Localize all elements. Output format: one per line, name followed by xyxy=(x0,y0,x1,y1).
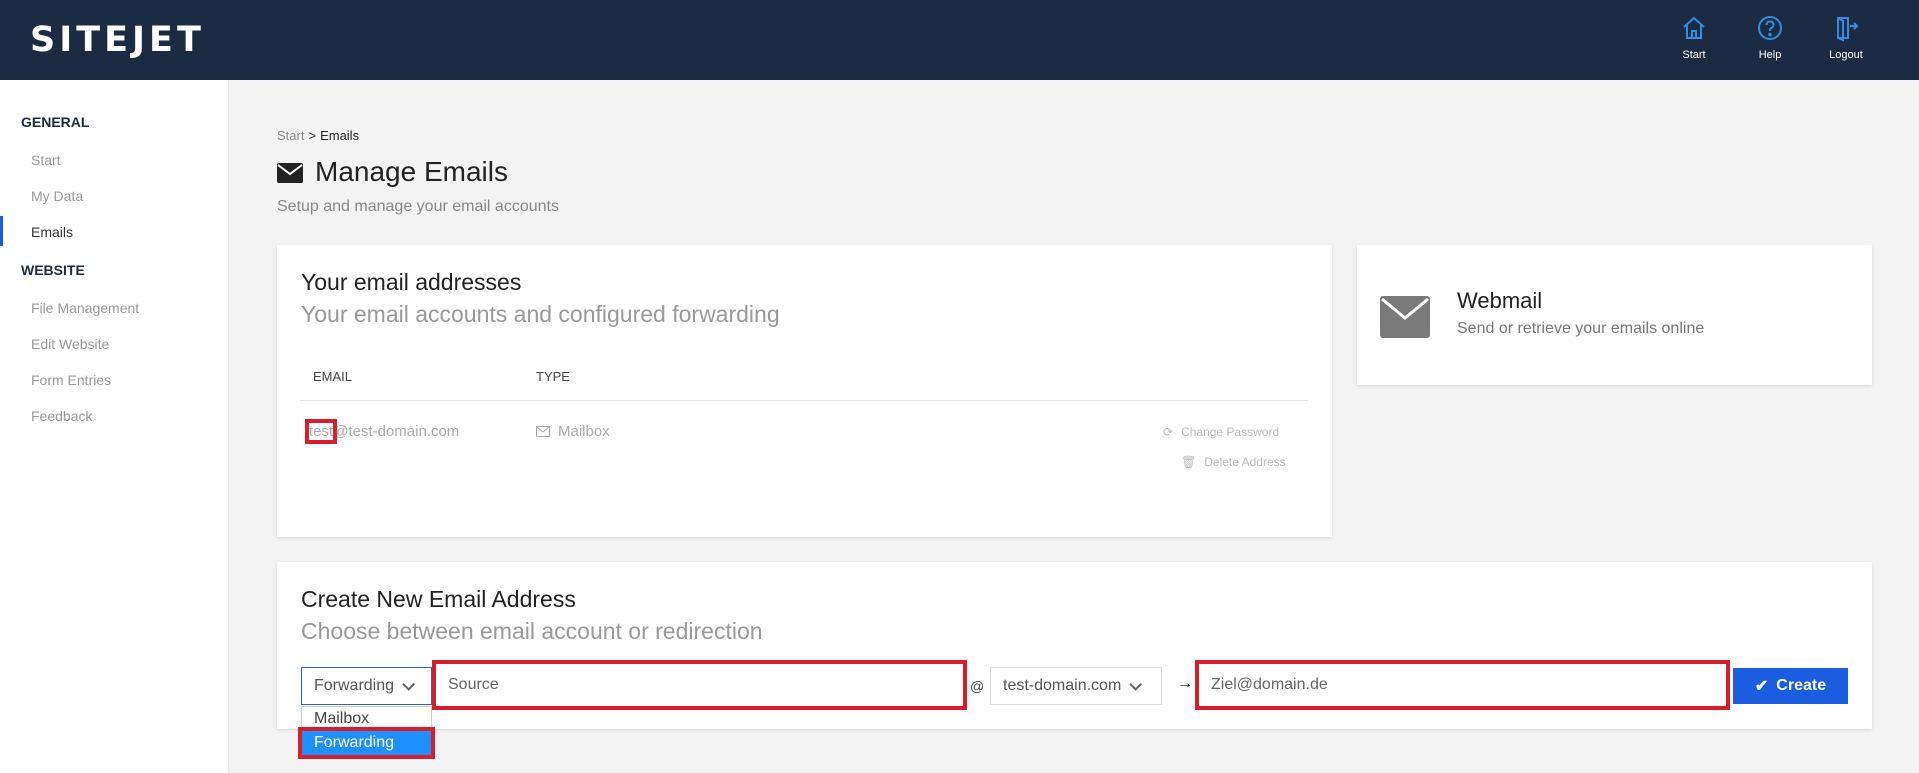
webmail-subtitle: Send or retrieve your emails online xyxy=(1457,320,1705,337)
type-label: Mailbox xyxy=(558,423,610,440)
column-header-email: EMAIL xyxy=(313,369,353,384)
trash-icon: 🗑 xyxy=(1181,455,1197,469)
email-local-part: test xyxy=(304,419,338,444)
table-row-type: Mailbox xyxy=(536,423,610,440)
nav-logout-label: Logout xyxy=(1829,49,1863,61)
sidebar-active-indicator xyxy=(0,216,3,246)
arrow-icon: → xyxy=(1177,675,1193,692)
top-bar: SITEJET Start Help Logout xyxy=(0,0,1919,80)
domain-select-value: test-domain.com xyxy=(1003,677,1122,694)
chevron-down-icon xyxy=(1129,677,1143,691)
page-subtitle: Setup and manage your email accounts xyxy=(277,198,559,215)
target-input[interactable]: Ziel@domain.de xyxy=(1195,660,1730,710)
email-addresses-card: Your email addresses Your email accounts… xyxy=(277,245,1332,537)
sidebar-item-start[interactable]: Start xyxy=(31,152,61,168)
dropdown-option-forwarding[interactable]: Forwarding xyxy=(298,727,435,759)
envelope-icon xyxy=(277,163,303,183)
create-card-title: Create New Email Address xyxy=(301,586,576,612)
card-subtitle: Your email accounts and configured forwa… xyxy=(301,301,780,327)
delete-address-label: Delete Address xyxy=(1204,455,1286,469)
mailbox-icon xyxy=(536,426,550,437)
breadcrumb-current: Emails xyxy=(320,128,360,143)
breadcrumb: Start > Emails xyxy=(277,128,359,143)
nav-logout-button[interactable]: Logout xyxy=(1816,14,1876,61)
nav-help-button[interactable]: Help xyxy=(1740,14,1800,61)
sidebar-heading-website: WEBSITE xyxy=(21,262,85,278)
sidebar-item-form-entries[interactable]: Form Entries xyxy=(31,372,111,388)
target-placeholder: Ziel@domain.de xyxy=(1211,676,1328,693)
source-placeholder: Source xyxy=(448,676,499,693)
refresh-icon: ⟳ xyxy=(1163,425,1174,439)
type-select[interactable]: Forwarding xyxy=(301,667,432,705)
nav-start-button[interactable]: Start xyxy=(1664,14,1724,61)
logout-icon xyxy=(1837,17,1859,42)
check-icon: ✔ xyxy=(1754,678,1769,695)
sidebar-item-my-data[interactable]: My Data xyxy=(31,188,83,204)
email-domain-part: @test-domain.com xyxy=(333,423,460,440)
home-icon xyxy=(1683,16,1705,39)
delete-address-button[interactable]: 🗑 Delete Address xyxy=(1181,455,1286,469)
source-input[interactable]: Source xyxy=(432,660,967,710)
page-title: Manage Emails xyxy=(315,156,508,187)
column-header-type: TYPE xyxy=(536,369,570,384)
type-dropdown-list: Mailbox Forwarding xyxy=(298,706,435,759)
at-symbol: @ xyxy=(970,678,985,694)
sidebar-item-emails[interactable]: Emails xyxy=(31,224,73,240)
create-label: Create xyxy=(1776,677,1827,694)
sidebar-item-edit-website[interactable]: Edit Website xyxy=(31,336,109,352)
change-password-button[interactable]: ⟳ Change Password xyxy=(1163,425,1279,439)
help-icon xyxy=(1758,16,1782,40)
create-button[interactable]: ✔ Create xyxy=(1733,668,1848,704)
sidebar-heading-general: GENERAL xyxy=(21,114,90,130)
webmail-card[interactable] xyxy=(1357,245,1872,385)
webmail-envelope-icon xyxy=(1380,296,1430,338)
breadcrumb-separator: > xyxy=(308,128,317,143)
sidebar: GENERAL Start My Data Emails WEBSITE Fil… xyxy=(0,80,229,773)
nav-help-label: Help xyxy=(1758,49,1782,61)
sidebar-item-file-management[interactable]: File Management xyxy=(31,300,139,316)
type-select-value: Forwarding xyxy=(314,677,395,694)
nav-start-label: Start xyxy=(1682,49,1706,61)
chevron-down-icon xyxy=(402,677,416,691)
create-card-subtitle: Choose between email account or redirect… xyxy=(301,618,763,644)
dropdown-option-mailbox[interactable]: Mailbox xyxy=(302,707,431,731)
change-password-label: Change Password xyxy=(1181,425,1280,439)
card-title: Your email addresses xyxy=(301,269,522,295)
table-divider xyxy=(300,400,1308,401)
logo[interactable]: SITEJET xyxy=(30,20,205,60)
sidebar-item-feedback[interactable]: Feedback xyxy=(31,408,92,424)
domain-select[interactable]: test-domain.com xyxy=(990,667,1162,705)
table-row-email[interactable]: test@test-domain.com xyxy=(304,419,460,444)
webmail-title: Webmail xyxy=(1457,288,1543,313)
breadcrumb-start-link[interactable]: Start xyxy=(277,128,304,143)
